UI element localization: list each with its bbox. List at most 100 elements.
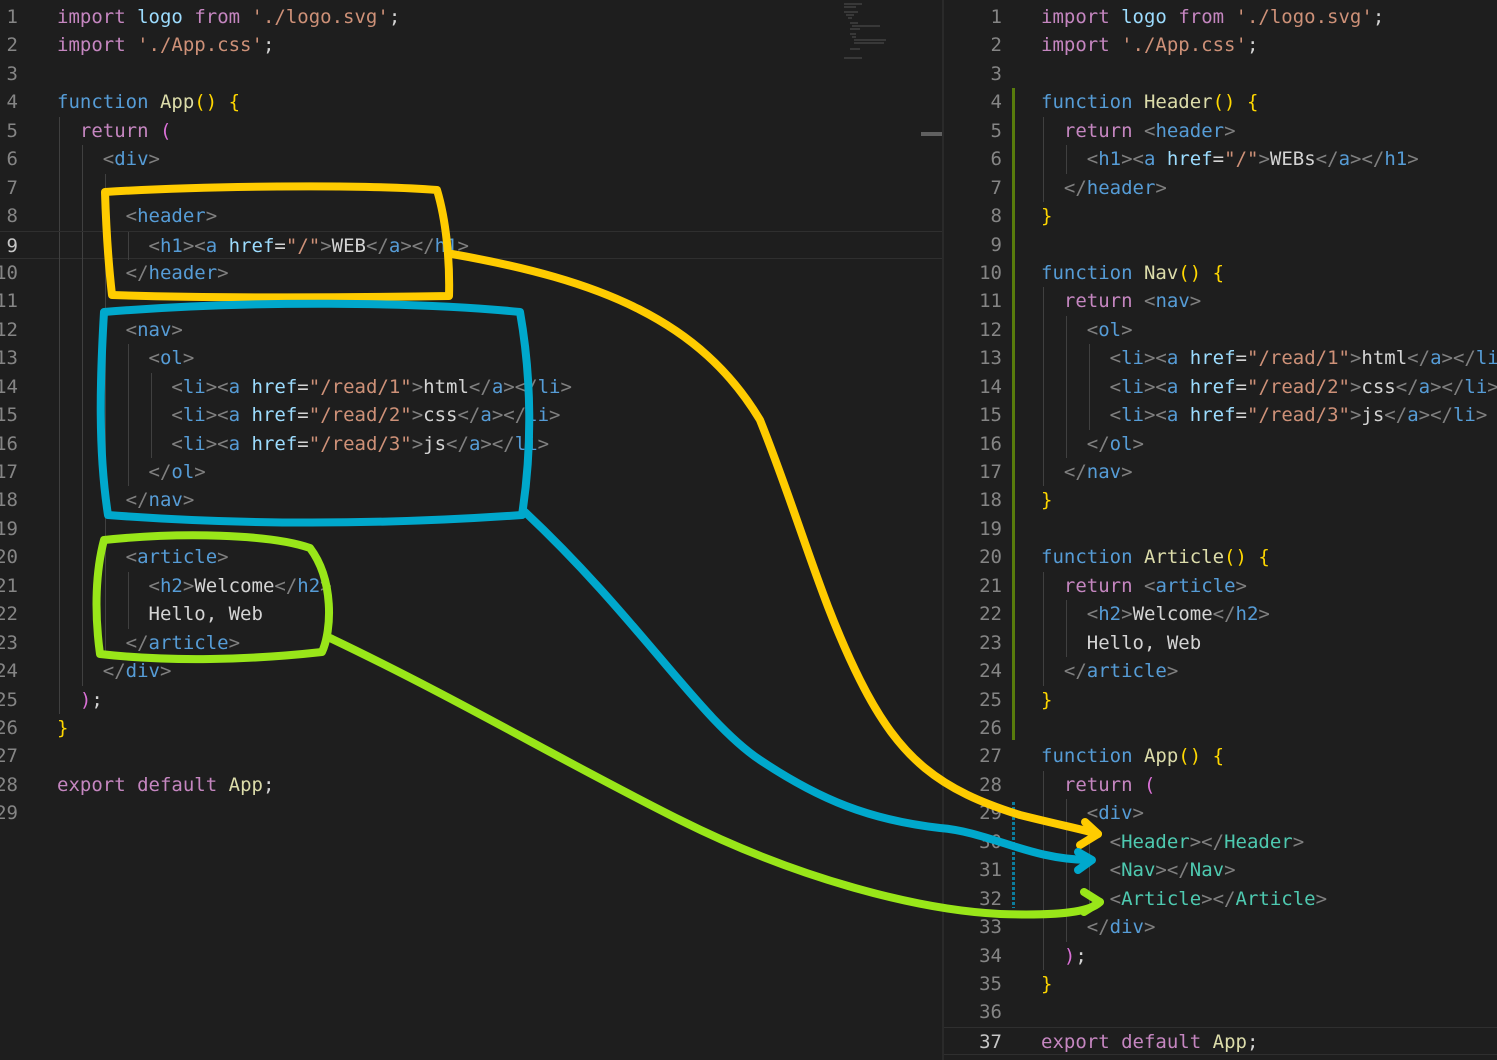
code-line[interactable]: 27 function App() {: [944, 742, 1497, 770]
code-line[interactable]: 13 <ol>: [0, 344, 942, 373]
indent-guide: [59, 173, 60, 203]
code-token: ></: [1155, 859, 1190, 882]
indent-guide: [81, 486, 83, 515]
code-line[interactable]: 24 </div>: [0, 657, 942, 686]
code-token: >: [1224, 859, 1236, 882]
code-line[interactable]: 11: [0, 287, 942, 316]
code-line[interactable]: 15 <li><a href="/read/3">js</a></li>: [944, 401, 1497, 430]
code-text: Hello, Web: [1041, 628, 1202, 658]
code-text: <Nav></Nav>: [1041, 856, 1236, 885]
code-line[interactable]: 6 <div>: [0, 145, 942, 174]
code-token: return: [1063, 290, 1133, 313]
code-line[interactable]: 3: [0, 60, 942, 88]
code-line[interactable]: 26: [944, 714, 1497, 742]
code-line[interactable]: 24 </article>: [944, 657, 1497, 686]
code-line[interactable]: 5 return (: [0, 116, 942, 146]
code-line[interactable]: 22 <h2>Welcome</h2>: [944, 600, 1497, 629]
code-line[interactable]: 10 </header>: [0, 258, 942, 288]
code-line[interactable]: 8 <header>: [0, 202, 942, 231]
code-line[interactable]: 10 function Nav() {: [944, 259, 1497, 287]
code-token: Article: [1143, 546, 1225, 569]
code-line[interactable]: 12 <nav>: [0, 315, 942, 345]
code-line[interactable]: 35}: [944, 970, 1497, 998]
code-token: li: [1121, 404, 1144, 427]
right-editor-pane[interactable]: 1 import logo from './logo.svg'; 2 import '…: [944, 0, 1497, 1060]
code-line[interactable]: 26}: [0, 714, 942, 742]
code-line[interactable]: 28 return (: [944, 770, 1497, 800]
code-line[interactable]: 7: [0, 173, 942, 203]
code-line[interactable]: 23 Hello, Web: [944, 628, 1497, 658]
code-token: from: [194, 6, 241, 28]
code-token: href: [228, 234, 275, 257]
code-line[interactable]: 18 </nav>: [0, 486, 942, 515]
code-line[interactable]: 9 <h1><a href="/">WEB</a></h1>: [0, 230, 942, 260]
minimap[interactable]: [842, 2, 890, 62]
code-line[interactable]: 32 <Article></Article>: [944, 884, 1497, 914]
code-token: Welcome: [1132, 603, 1213, 626]
code-line[interactable]: 4 function App() {: [0, 88, 942, 116]
code-line[interactable]: 27: [0, 742, 942, 770]
code-line[interactable]: 3: [944, 60, 1497, 88]
code-token: (): [1178, 261, 1202, 284]
code-token: <: [148, 574, 160, 597]
code-line[interactable]: 2 import './App.css';: [944, 31, 1497, 59]
code-line[interactable]: 17 </nav>: [944, 458, 1497, 487]
code-line[interactable]: 12 <ol>: [944, 315, 1497, 345]
code-line[interactable]: 11 return <nav>: [944, 287, 1497, 316]
code-line[interactable]: 25}: [944, 686, 1497, 714]
code-line[interactable]: 19: [944, 515, 1497, 543]
code-line[interactable]: 1 import logo from './logo.svg';: [944, 3, 1497, 31]
code-line[interactable]: 1 import logo from './logo.svg';: [0, 3, 942, 31]
code-line[interactable]: 33 </div>: [944, 913, 1497, 942]
code-line[interactable]: 17 </ol>: [0, 458, 942, 487]
line-number: 9: [6, 234, 18, 257]
code-token: {: [1246, 91, 1259, 114]
code-line[interactable]: 15 <li><a href="/read/2">css</a></li>: [0, 401, 942, 430]
code-line[interactable]: 16 <li><a href="/read/3">js</a></li>: [0, 429, 942, 459]
line-number: 5: [6, 119, 18, 142]
code-token: h2: [1098, 603, 1122, 626]
code-line[interactable]: 19: [0, 514, 942, 544]
code-line[interactable]: 14 <li><a href="/read/1">html</a></li>: [0, 372, 942, 402]
code-token: href: [1189, 404, 1236, 427]
code-line[interactable]: 31 <Nav></Nav>: [944, 856, 1497, 885]
code-line[interactable]: 21 return <article>: [944, 571, 1497, 601]
code-line[interactable]: 21 <h2>Welcome</h2>: [0, 571, 942, 601]
line-number: 27: [979, 745, 1002, 768]
left-editor-pane[interactable]: 1 import logo from './logo.svg'; 2 import '…: [0, 0, 942, 1060]
code-token: =: [297, 404, 309, 427]
code-line[interactable]: 36: [944, 998, 1497, 1026]
code-line[interactable]: 28 export default App;: [0, 771, 942, 799]
code-line[interactable]: 25 );: [0, 685, 942, 714]
code-line[interactable]: 2 import './App.css';: [0, 31, 942, 59]
scrollbar-thumb[interactable]: [921, 132, 942, 136]
code-token: >: [182, 489, 195, 512]
code-line[interactable]: 22 Hello, Web: [0, 600, 942, 629]
code-token: >: [1189, 290, 1202, 313]
code-token: Hello, Web: [1086, 631, 1202, 654]
code-line[interactable]: 30 <Header></Header>: [944, 827, 1497, 857]
indent-guide: [59, 600, 60, 629]
code-line[interactable]: 8}: [944, 202, 1497, 230]
code-line[interactable]: 13 <li><a href="/read/1">html</a></li>: [944, 344, 1497, 373]
code-text: <h1><a href="/">WEB</a></h1>: [57, 231, 469, 260]
code-token: >: [1349, 404, 1362, 427]
code-line[interactable]: 20 function Article() {: [944, 543, 1497, 571]
code-line[interactable]: 29: [0, 799, 942, 827]
code-line[interactable]: 20 <article>: [0, 543, 942, 572]
code-line[interactable]: 4 function Header() {: [944, 88, 1497, 116]
code-line[interactable]: 29 <div>: [944, 799, 1497, 828]
code-line[interactable]: 37 export default App;: [944, 1026, 1497, 1056]
code-line[interactable]: 23 </article>: [0, 628, 942, 658]
code-line[interactable]: 6 <h1><a href="/">WEBs</a></h1>: [944, 145, 1497, 174]
code-line[interactable]: 7 </header>: [944, 173, 1497, 203]
code-line[interactable]: 18}: [944, 486, 1497, 514]
code-token: >: [159, 660, 172, 683]
code-line[interactable]: 14 <li><a href="/read/2">css</a></li>: [944, 372, 1497, 402]
line-number: 3: [6, 62, 18, 85]
code-line[interactable]: 9: [944, 231, 1497, 259]
code-line[interactable]: 5 return <header>: [944, 116, 1497, 146]
code-line[interactable]: 16 </ol>: [944, 429, 1497, 459]
code-line[interactable]: 34 );: [944, 941, 1497, 970]
